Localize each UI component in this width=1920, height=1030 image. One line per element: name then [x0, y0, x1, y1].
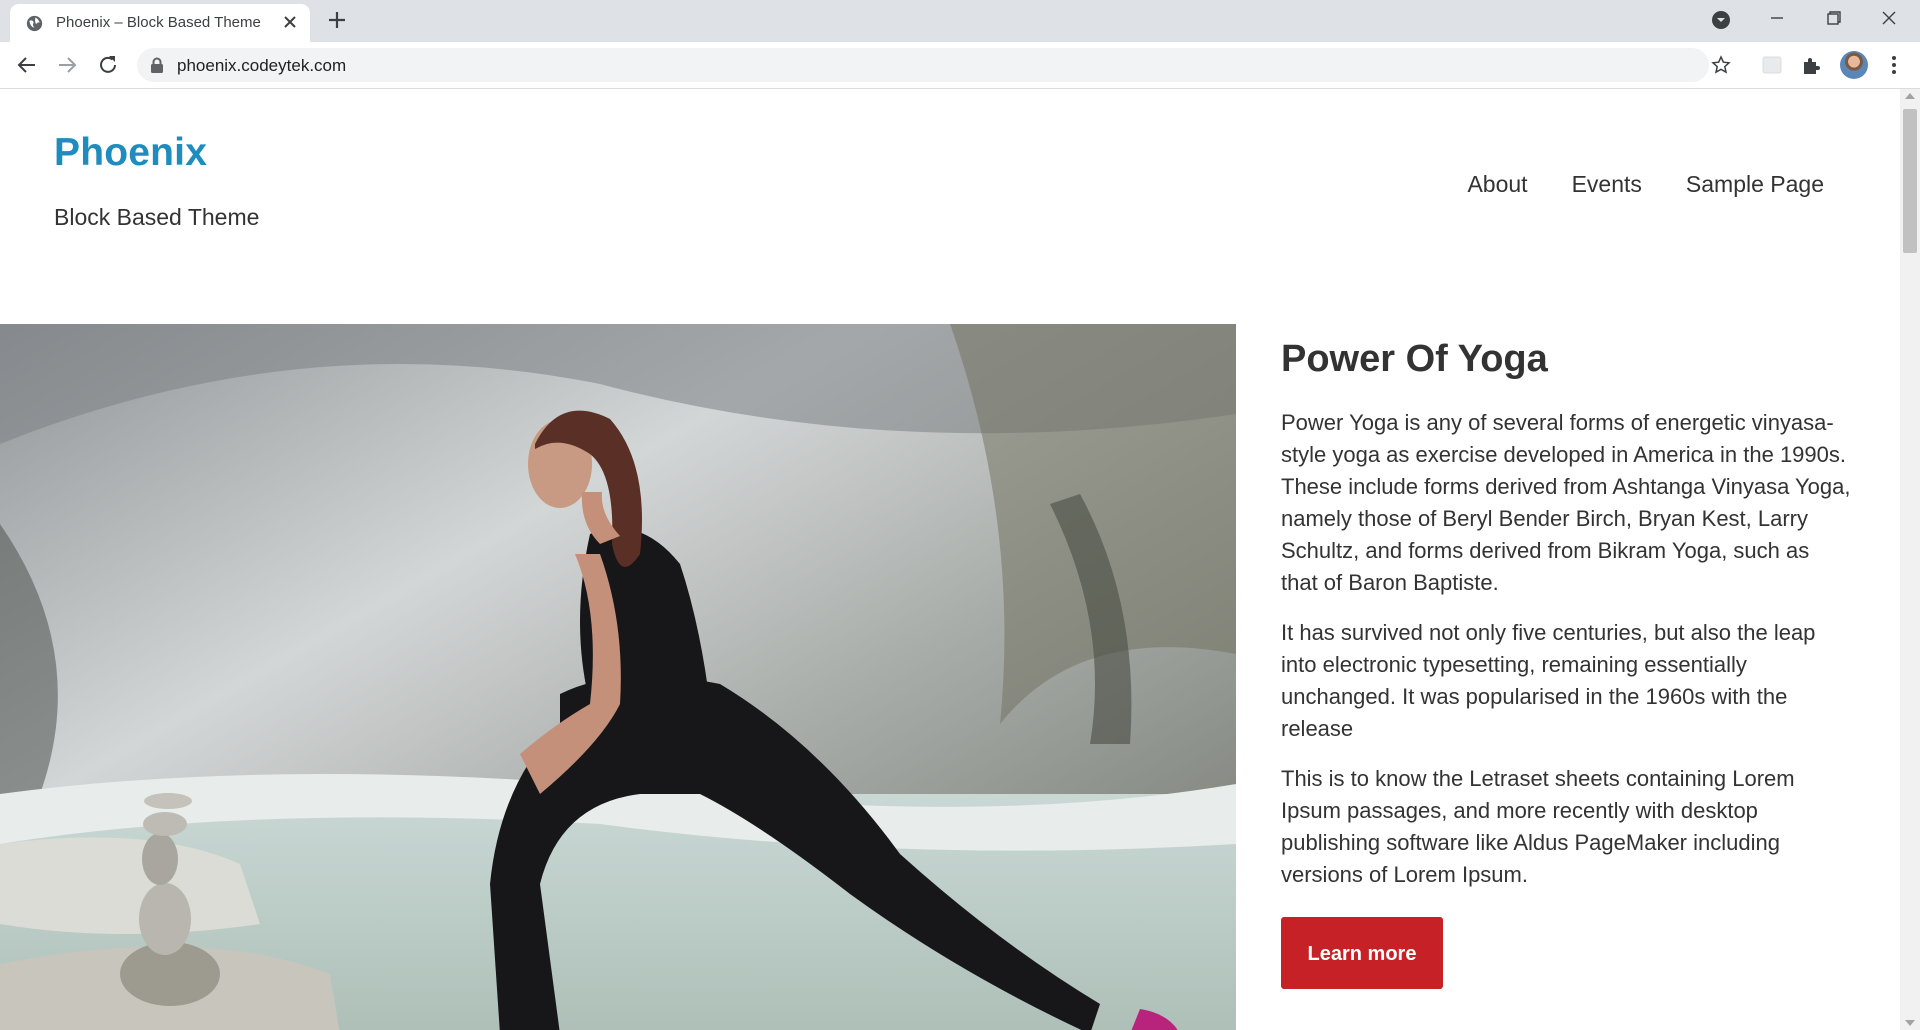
- bookmark-star-icon[interactable]: [1711, 55, 1731, 75]
- back-icon[interactable]: [15, 53, 39, 77]
- scroll-up-arrow-icon[interactable]: [1905, 93, 1915, 99]
- nav-item-sample-page[interactable]: Sample Page: [1686, 171, 1824, 198]
- site-tagline: Block Based Theme: [54, 204, 260, 230]
- yoga-hero-image: [0, 324, 1236, 1030]
- url-text[interactable]: phoenix.codeytek.com: [177, 56, 346, 76]
- reload-icon[interactable]: [96, 53, 120, 77]
- learn-more-button[interactable]: Learn more: [1281, 916, 1443, 989]
- scroll-down-arrow-icon[interactable]: [1905, 1020, 1915, 1026]
- paragraph-2: It has survived not only five centuries,…: [1281, 619, 1816, 741]
- address-bar[interactable]: phoenix.codeytek.com: [137, 48, 1731, 82]
- new-tab-icon[interactable]: [326, 9, 348, 31]
- restore-icon[interactable]: [1810, 0, 1856, 38]
- web-page: Phoenix Block Based Theme About Events S…: [0, 89, 1900, 1030]
- forward-icon[interactable]: [55, 53, 79, 77]
- more-menu-icon[interactable]: [1882, 53, 1906, 77]
- puzzle-extensions-icon[interactable]: [1800, 53, 1824, 77]
- tab-search-icon[interactable]: [1711, 10, 1731, 30]
- page-scrollbar[interactable]: [1900, 89, 1920, 1030]
- browser-tab-strip: Phoenix – Block Based Theme: [0, 0, 1920, 42]
- main-navigation: About Events Sample Page: [1467, 171, 1824, 198]
- globe-icon: [26, 15, 43, 32]
- extension-placeholder-icon[interactable]: [1760, 53, 1784, 77]
- nav-item-events[interactable]: Events: [1572, 171, 1642, 198]
- lock-icon[interactable]: [150, 57, 164, 73]
- nav-item-about[interactable]: About: [1467, 171, 1527, 198]
- yoga-content: Power Of Yoga Power Yoga is any of sever…: [1281, 338, 1851, 989]
- browser-tab[interactable]: Phoenix – Block Based Theme: [10, 4, 310, 42]
- scrollbar-thumb[interactable]: [1903, 109, 1917, 253]
- site-title[interactable]: Phoenix: [54, 131, 207, 175]
- minimize-icon[interactable]: [1754, 0, 1800, 38]
- paragraph-1: Power Yoga is any of several forms of en…: [1281, 409, 1851, 595]
- paragraph-3: This is to know the Letraset sheets cont…: [1281, 765, 1795, 887]
- yoga-photo-illustration: [0, 324, 1236, 1030]
- tab-title: Phoenix – Block Based Theme: [56, 14, 261, 31]
- browser-toolbar: phoenix.codeytek.com: [0, 42, 1920, 89]
- close-window-icon[interactable]: [1866, 0, 1912, 38]
- profile-avatar[interactable]: [1840, 51, 1868, 79]
- close-tab-icon[interactable]: [280, 12, 300, 32]
- section-heading: Power Of Yoga: [1281, 338, 1548, 380]
